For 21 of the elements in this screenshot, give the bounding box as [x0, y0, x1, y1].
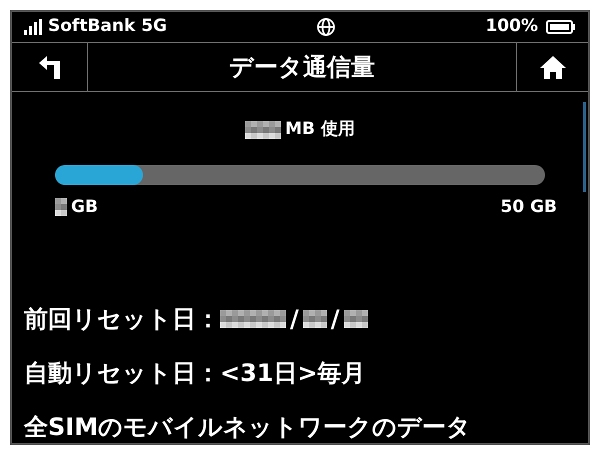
redacted-mosaic — [245, 120, 282, 139]
date-separator: / — [330, 304, 340, 334]
date-separator: / — [290, 304, 299, 334]
redacted-mosaic — [344, 310, 368, 328]
info-label: 全SIMのモバイルネットワークのデータ — [24, 412, 472, 442]
max-label: 50 GB — [500, 196, 557, 218]
battery-icon — [546, 19, 576, 35]
min-label: GB — [71, 196, 98, 218]
redacted-mosaic — [220, 310, 286, 328]
usage-amount: MB 使用 — [285, 118, 355, 141]
info-label: 自動リセット日： — [24, 358, 220, 388]
redacted-mosaic — [302, 310, 327, 328]
info-label: 前回リセット日： — [24, 304, 220, 334]
redacted-mosaic — [55, 198, 67, 216]
home-icon — [538, 54, 566, 80]
info-value: <31日>毎月 — [220, 358, 366, 388]
screen-title: データ通信量 — [228, 52, 376, 83]
globe-icon — [316, 17, 336, 37]
carrier-name: SoftBank 5G — [48, 15, 167, 38]
battery-percent: 100% — [485, 15, 538, 38]
signal-icon — [24, 19, 44, 35]
